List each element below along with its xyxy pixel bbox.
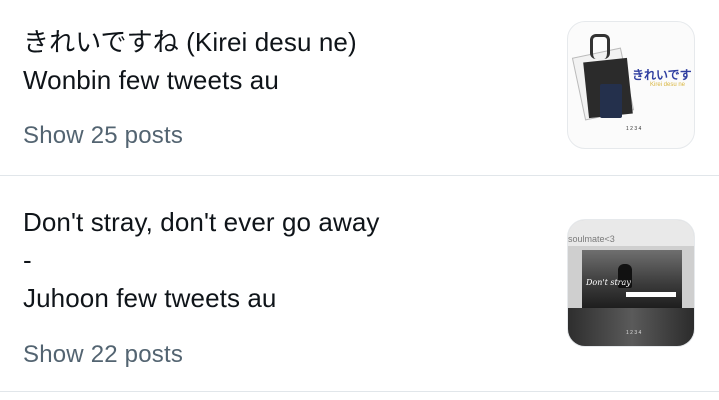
- list-title[interactable]: Don't stray, don't ever go away - Juhoon…: [23, 203, 380, 317]
- list-title-line: Don't stray, don't ever go away: [23, 207, 380, 237]
- list-title-line: Juhoon few tweets au: [23, 283, 277, 313]
- lists-feed: きれいですね (Kirei desu ne) Wonbin few tweets…: [0, 0, 719, 400]
- list-thumbnail[interactable]: きれいです Kirei desu ne 1 2 3 4: [567, 21, 695, 149]
- thumbnail-heading: Don't stray: [586, 278, 631, 287]
- list-item[interactable]: きれいですね (Kirei desu ne) Wonbin few tweets…: [0, 0, 719, 176]
- thumbnail-heading: きれいです: [632, 68, 692, 82]
- show-posts-link[interactable]: Show 22 posts: [23, 341, 183, 369]
- thumbnail-background: [568, 308, 694, 346]
- thumbnail-subtitle: Kirei desu ne: [650, 82, 686, 88]
- thumbnail-number: 1 2 3 4: [626, 126, 642, 132]
- show-posts-link[interactable]: Show 25 posts: [23, 122, 183, 150]
- list-title-line: -: [23, 245, 32, 275]
- thumbnail-label: soulmate<3: [568, 234, 615, 244]
- list-item[interactable]: Don't stray, don't ever go away - Juhoon…: [0, 176, 719, 392]
- list-title-line: きれいですね (Kirei desu ne): [23, 27, 357, 57]
- passport-image: [600, 84, 622, 118]
- list-thumbnail[interactable]: soulmate<3 Don't stray 1 2 3 4: [567, 219, 695, 347]
- clip-icon: [590, 34, 610, 59]
- title-band: [626, 292, 676, 297]
- thumbnail-number: 1 2 3 4: [626, 330, 642, 336]
- list-title-line: Wonbin few tweets au: [23, 65, 279, 95]
- list-title[interactable]: きれいですね (Kirei desu ne) Wonbin few tweets…: [23, 23, 357, 99]
